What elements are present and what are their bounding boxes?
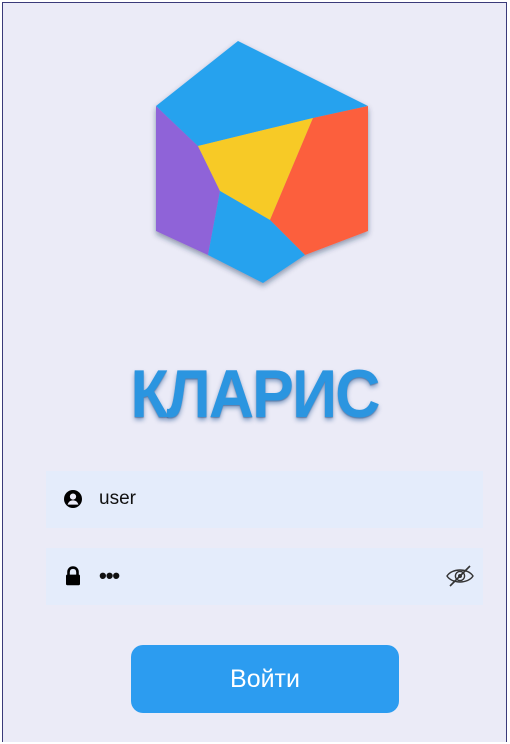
eye-slash-icon[interactable] bbox=[445, 563, 475, 589]
user-icon bbox=[63, 489, 83, 509]
password-field[interactable] bbox=[46, 548, 483, 605]
password-input[interactable] bbox=[99, 560, 399, 592]
lock-icon bbox=[63, 566, 83, 586]
login-button[interactable]: Войти bbox=[131, 645, 399, 713]
username-input[interactable] bbox=[99, 483, 399, 515]
hexagon-logo-icon bbox=[143, 33, 383, 298]
login-window: КЛАРИС Войти bbox=[2, 2, 507, 742]
app-title: КЛАРИС bbox=[130, 356, 380, 432]
login-field[interactable] bbox=[46, 471, 483, 528]
